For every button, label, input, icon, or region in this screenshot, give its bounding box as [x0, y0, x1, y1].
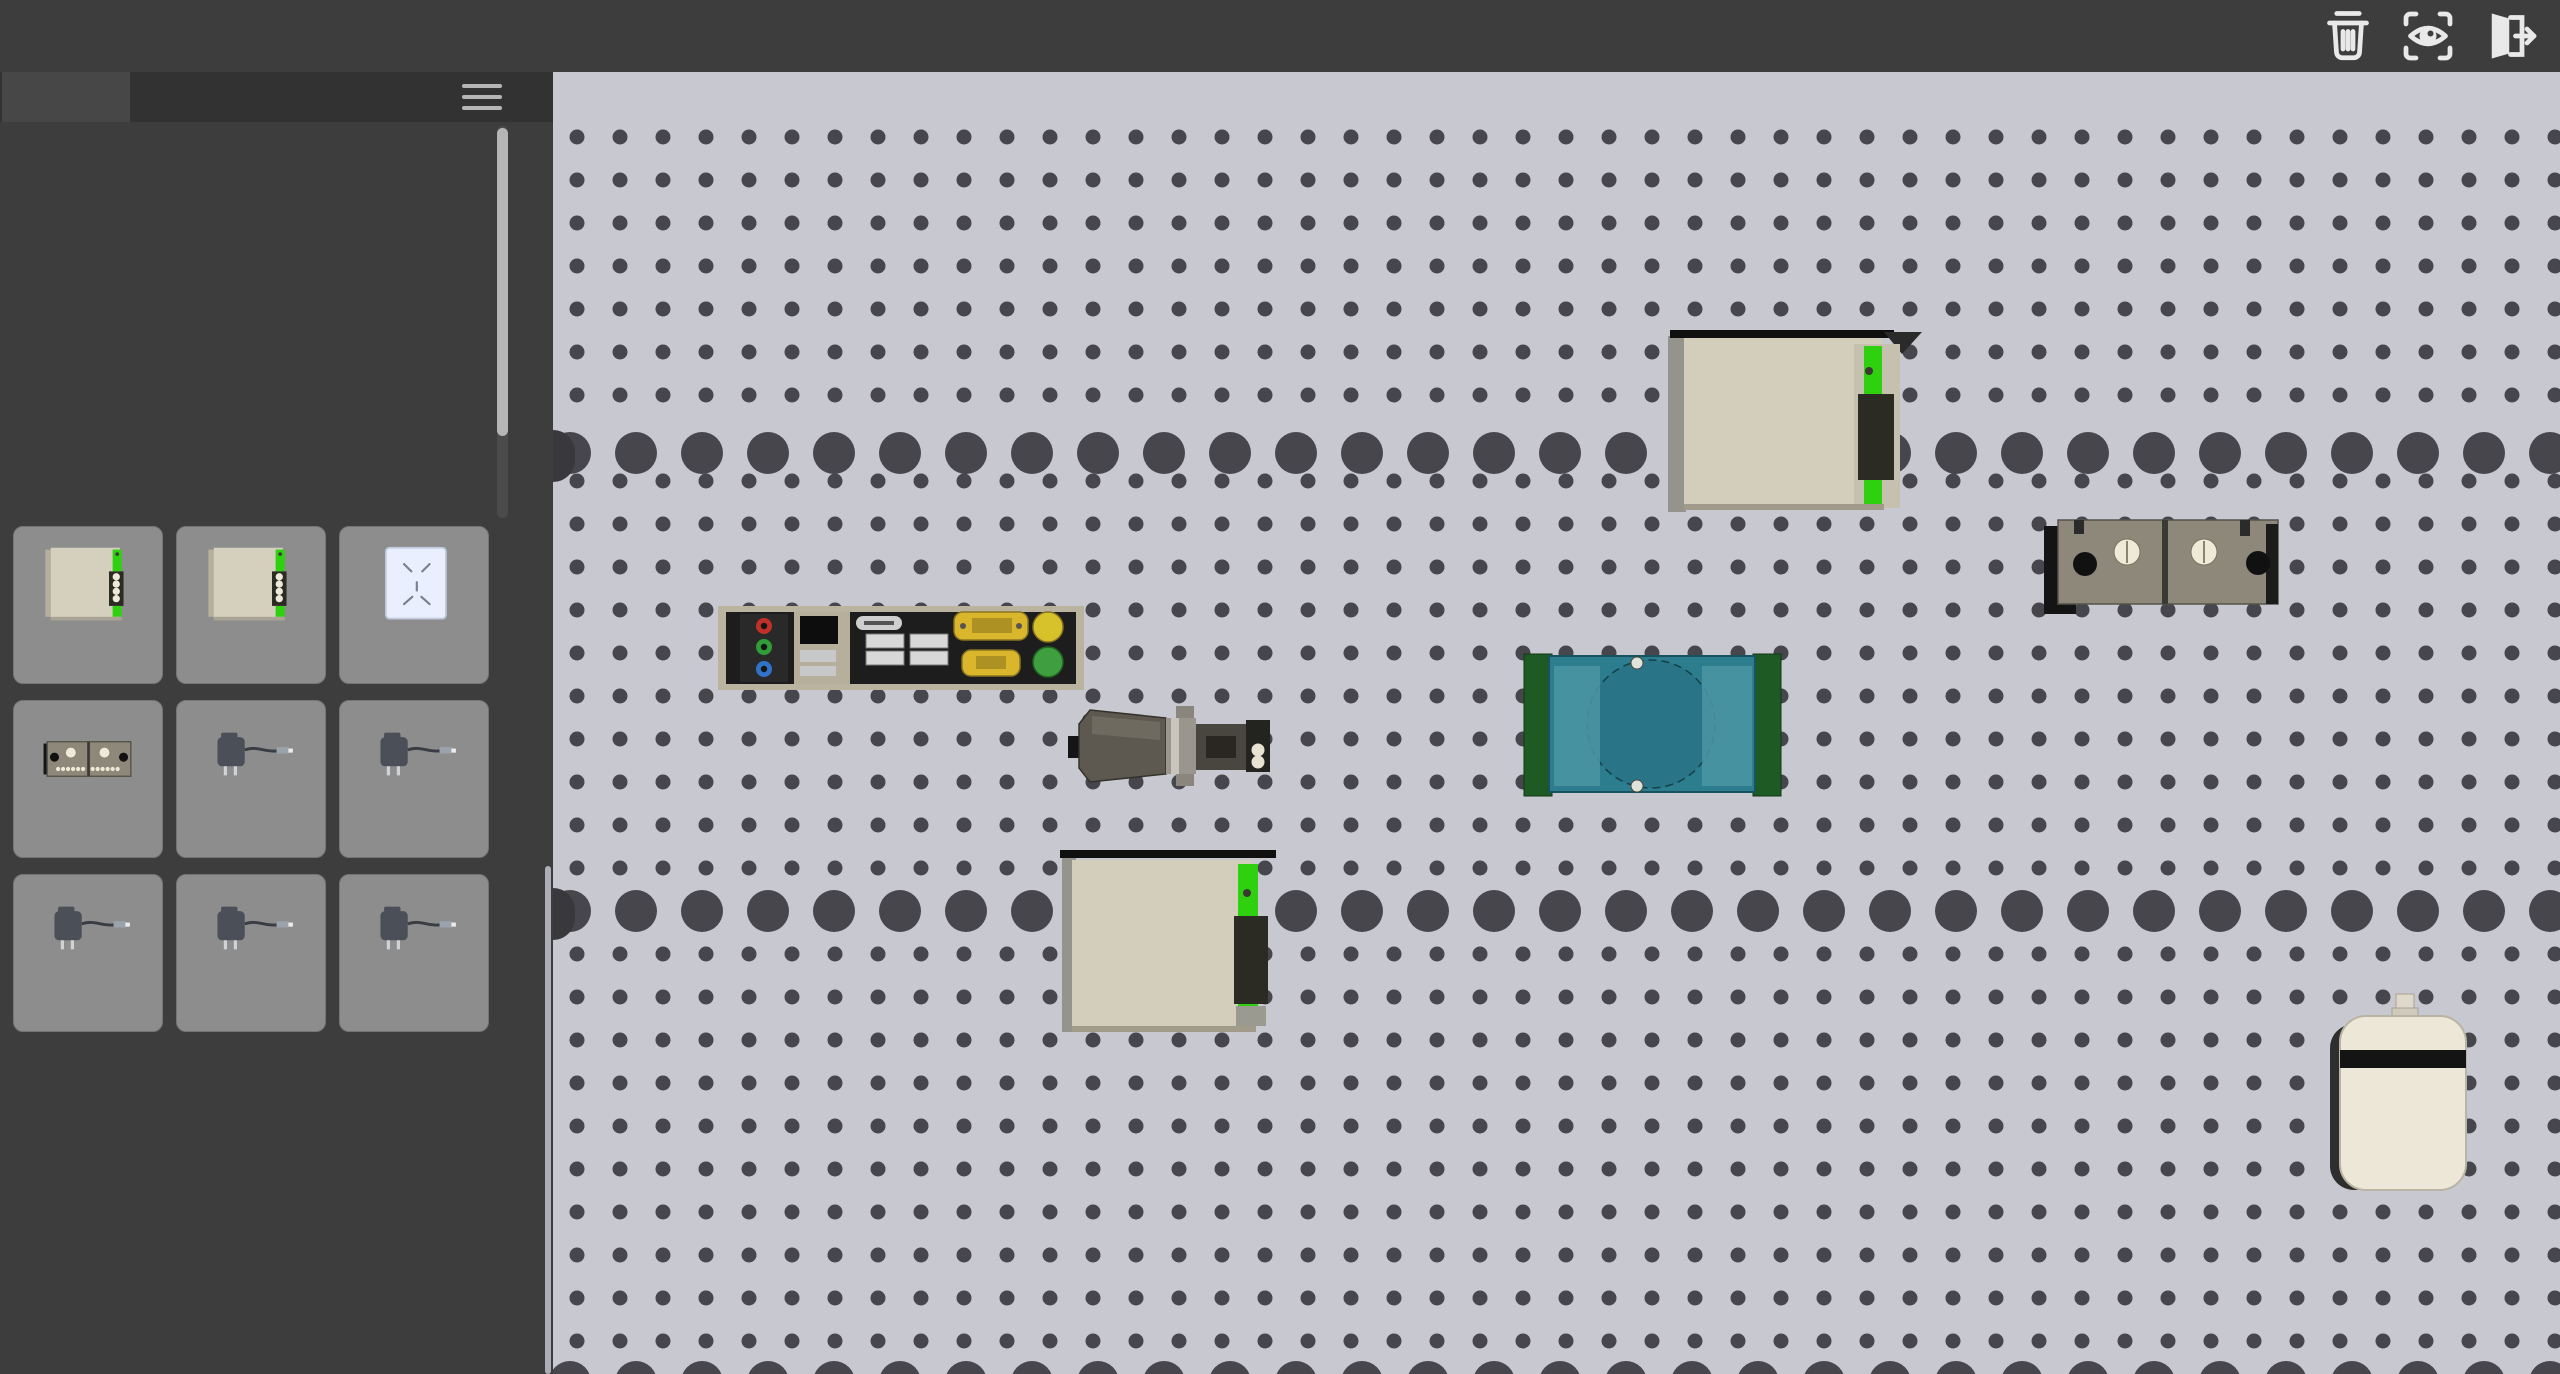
component-card-直流[interactable] — [13, 526, 163, 684]
sidebar-item-RFID设备[interactable] — [0, 187, 490, 252]
sidebar-item-电源[interactable] — [0, 122, 490, 187]
component-card-12V(5.5-2.5)[interactable] — [176, 874, 326, 1032]
device-dc-power-2[interactable] — [1668, 330, 1922, 512]
adapter-thumbnail — [192, 883, 312, 983]
delete-button[interactable] — [2316, 6, 2380, 66]
sidebar-item-转换接头[interactable] — [0, 447, 490, 512]
device-dc-power-1[interactable] — [1060, 850, 1276, 1032]
device-computer-interface[interactable] — [718, 606, 1084, 690]
title-bar — [0, 0, 2560, 72]
device-rs232-485-converter[interactable] — [1068, 706, 1270, 786]
device-splitter[interactable] — [2044, 520, 2278, 614]
device-io-module[interactable] — [1524, 654, 1781, 796]
component-card-5V(5.5-2.5)[interactable] — [339, 700, 489, 858]
psu-thumbnail — [29, 535, 149, 635]
panel-scrollbar[interactable] — [545, 866, 551, 1374]
component-sidebar — [0, 72, 553, 1374]
exit-icon — [2476, 6, 2540, 66]
component-card-9V(5.5-2.5)[interactable] — [13, 874, 163, 1032]
tab-general[interactable] — [2, 72, 130, 122]
splitter-thumbnail — [29, 709, 149, 809]
adapter-thumbnail — [355, 709, 475, 809]
trash-icon — [2316, 6, 2380, 66]
sidebar-item-I/O采集模块[interactable] — [0, 382, 490, 447]
view-focus-button[interactable] — [2396, 6, 2460, 66]
category-scrollbar-thumb[interactable] — [497, 128, 508, 436]
component-card-交流[interactable] — [176, 526, 326, 684]
device-pm25-sensor[interactable] — [2330, 994, 2466, 1190]
simulation-canvas[interactable] — [553, 72, 2560, 1374]
hamburger-menu-icon[interactable] — [462, 84, 502, 112]
adapter-thumbnail — [355, 883, 475, 983]
component-card-插座[interactable] — [339, 526, 489, 684]
socket-thumbnail — [355, 535, 475, 635]
eye-icon — [2396, 6, 2460, 66]
category-list — [0, 122, 490, 512]
adapter-thumbnail — [192, 709, 312, 809]
component-card-分线器[interactable] — [13, 700, 163, 858]
component-card-5V(3.5-1.35)[interactable] — [339, 874, 489, 1032]
component-grid — [13, 526, 525, 1032]
sidebar-item-执行器[interactable] — [0, 317, 490, 382]
exit-button[interactable] — [2476, 6, 2540, 66]
psu-thumbnail — [192, 535, 312, 635]
component-card-3V(5.5-2.5)[interactable] — [176, 700, 326, 858]
sidebar-item-传感器[interactable] — [0, 252, 490, 317]
adapter-thumbnail — [29, 883, 149, 983]
